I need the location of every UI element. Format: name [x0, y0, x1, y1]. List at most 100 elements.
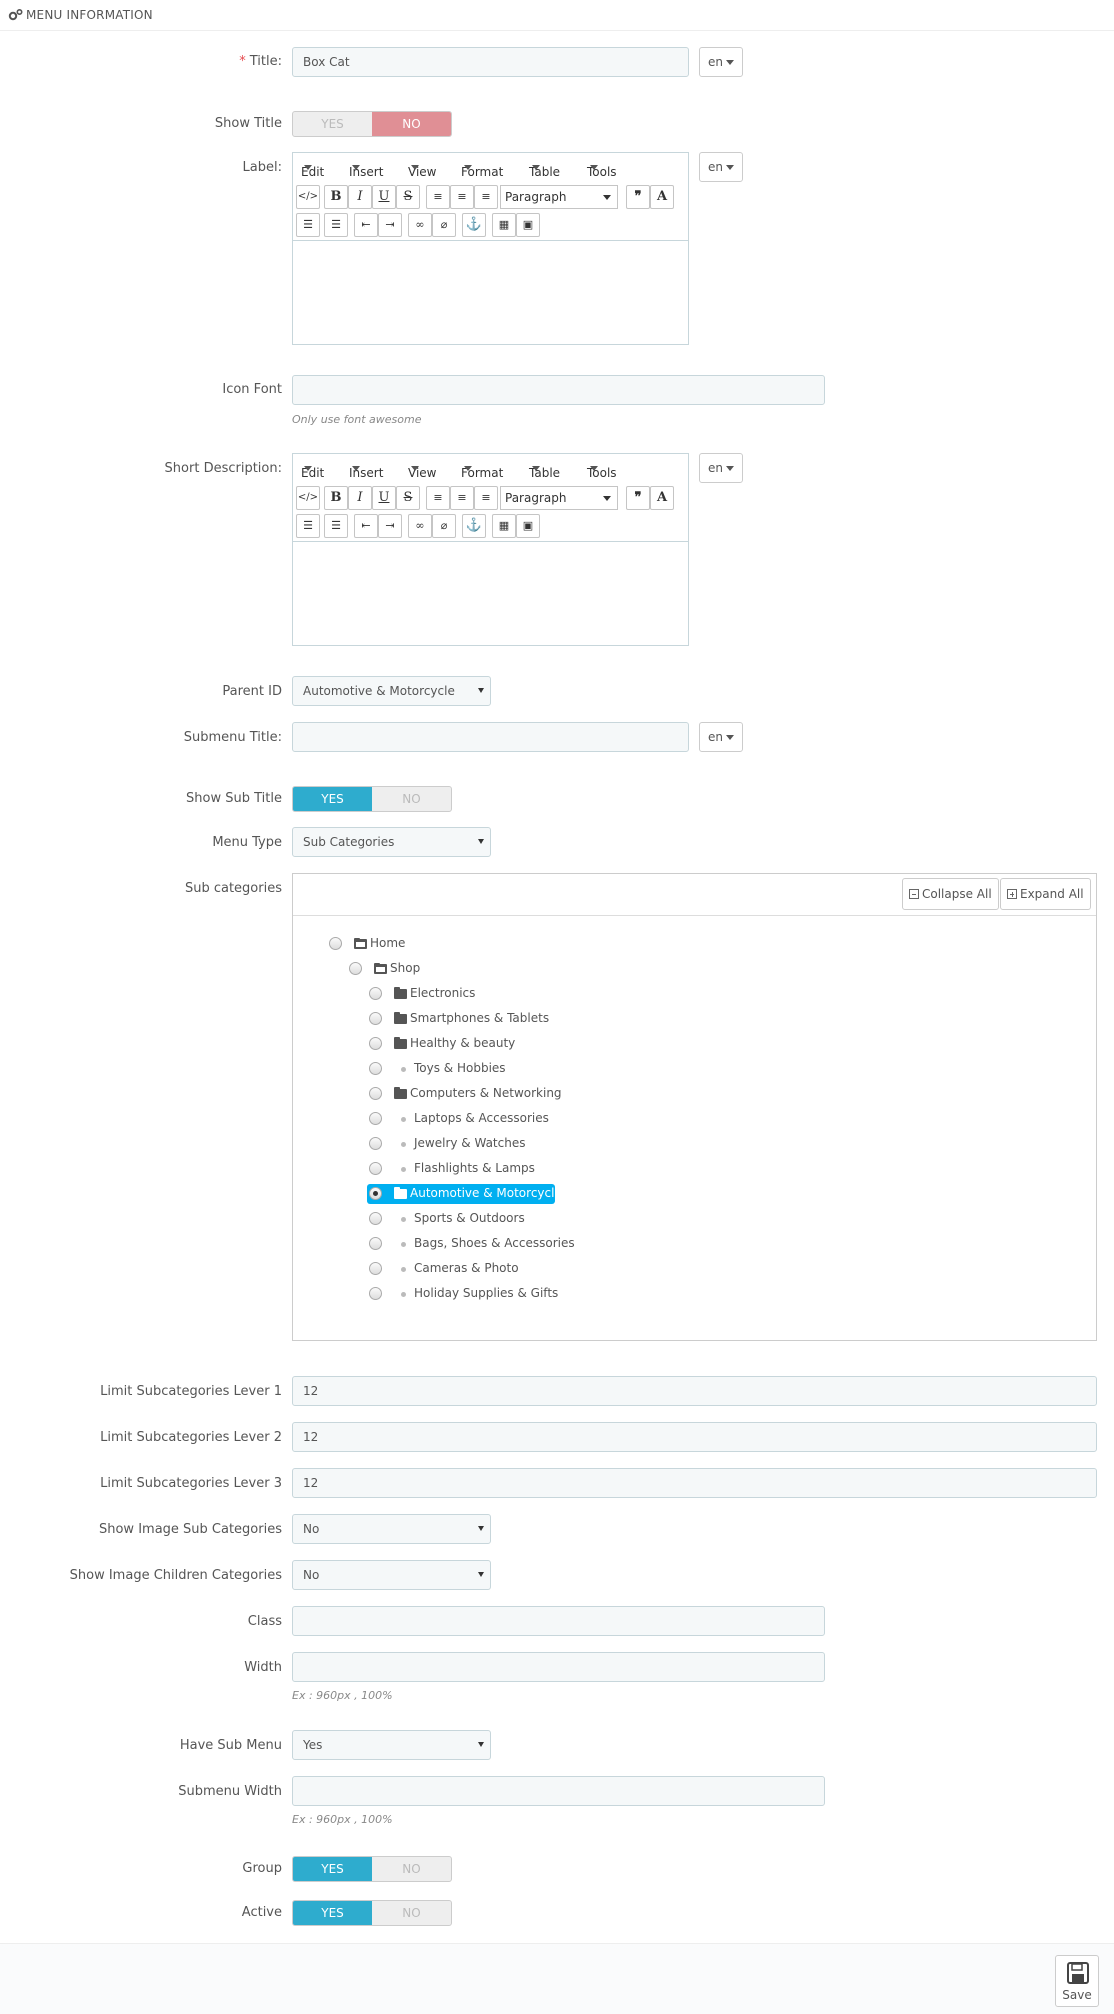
group-switch[interactable]: YES NO — [292, 1856, 452, 1882]
text-color-icon[interactable]: A — [650, 185, 674, 209]
tree-node[interactable]: Electronics — [369, 984, 769, 1004]
source-code-icon[interactable]: </> — [296, 185, 320, 209]
parent-id-select[interactable]: Automotive & Motorcycle — [292, 676, 491, 706]
show-title-no[interactable]: NO — [372, 112, 451, 136]
tree-node[interactable]: Home — [329, 934, 729, 954]
image-icon[interactable]: ▣ — [516, 514, 540, 538]
radio-button[interactable] — [369, 1012, 382, 1025]
tree-node[interactable]: Flashlights & Lamps — [369, 1159, 769, 1179]
tree-node[interactable]: Laptops & Accessories — [369, 1109, 769, 1129]
tree-node[interactable]: Cameras & Photo — [369, 1259, 769, 1279]
image-icon[interactable]: ▣ — [516, 213, 540, 237]
source-code-icon[interactable]: </> — [296, 486, 320, 510]
radio-button[interactable] — [369, 1287, 382, 1300]
submenu-width-input[interactable] — [292, 1776, 825, 1806]
italic-icon[interactable]: I — [348, 486, 372, 510]
indent-icon[interactable]: ⇥ — [378, 213, 402, 237]
icon-font-input[interactable] — [292, 375, 825, 405]
tree-node[interactable]: Automotive & Motorcycle — [367, 1184, 769, 1204]
submenu-title-input[interactable] — [292, 722, 689, 752]
tree-node[interactable]: Smartphones & Tablets — [369, 1009, 769, 1029]
align-right-icon[interactable]: ≡ — [474, 486, 498, 510]
show-sub-title-no[interactable]: NO — [372, 787, 451, 811]
text-color-icon[interactable]: A — [650, 486, 674, 510]
show-title-switch[interactable]: YES NO — [292, 111, 452, 137]
tree-node[interactable]: Bags, Shoes & Accessories — [369, 1234, 769, 1254]
limit-lever-1-input[interactable]: 12 — [292, 1376, 1097, 1406]
outdent-icon[interactable]: ⇤ — [354, 213, 378, 237]
blockquote-icon[interactable]: ❞ — [626, 185, 650, 209]
media-icon[interactable]: ▦ — [492, 514, 516, 538]
expand-all-button[interactable]: Expand All — [1000, 878, 1091, 910]
limit-lever-2-input[interactable]: 12 — [292, 1422, 1097, 1452]
show-sub-title-yes[interactable]: YES — [293, 787, 372, 811]
radio-button[interactable] — [349, 962, 362, 975]
radio-button[interactable] — [369, 1262, 382, 1275]
align-right-icon[interactable]: ≡ — [474, 185, 498, 209]
unlink-icon[interactable]: ⌀ — [432, 514, 456, 538]
radio-button[interactable] — [369, 1212, 382, 1225]
label-editor[interactable]: Edit Insert View Format Table Tools </> … — [292, 152, 689, 345]
indent-icon[interactable]: ⇥ — [378, 514, 402, 538]
collapse-all-button[interactable]: Collapse All — [902, 878, 999, 910]
submenu-title-lang-dropdown[interactable]: en — [699, 722, 743, 752]
tree-node[interactable]: Jewelry & Watches — [369, 1134, 769, 1154]
show-title-yes[interactable]: YES — [293, 112, 372, 136]
anchor-icon[interactable]: ⚓ — [462, 213, 486, 237]
blockquote-icon[interactable]: ❞ — [626, 486, 650, 510]
show-image-children-select[interactable]: No — [292, 1560, 491, 1590]
active-switch[interactable]: YES NO — [292, 1900, 452, 1926]
strikethrough-icon[interactable]: S — [396, 185, 420, 209]
radio-button[interactable] — [369, 1237, 382, 1250]
bold-icon[interactable]: B — [324, 185, 348, 209]
title-lang-dropdown[interactable]: en — [699, 47, 743, 77]
radio-button[interactable] — [369, 1037, 382, 1050]
numbered-list-icon[interactable]: ☰ — [324, 213, 348, 237]
menu-type-select[interactable]: Sub Categories — [292, 827, 491, 857]
strikethrough-icon[interactable]: S — [396, 486, 420, 510]
title-input[interactable]: Box Cat — [292, 47, 689, 77]
save-button[interactable]: Save — [1055, 1955, 1099, 2007]
limit-lever-3-input[interactable]: 12 — [292, 1468, 1097, 1498]
format-select[interactable]: Paragraph — [500, 185, 618, 209]
unlink-icon[interactable]: ⌀ — [432, 213, 456, 237]
numbered-list-icon[interactable]: ☰ — [324, 514, 348, 538]
have-sub-menu-select[interactable]: Yes — [292, 1730, 491, 1760]
format-select[interactable]: Paragraph — [500, 486, 618, 510]
bullet-list-icon[interactable]: ☰ — [296, 213, 320, 237]
outdent-icon[interactable]: ⇤ — [354, 514, 378, 538]
group-yes[interactable]: YES — [293, 1857, 372, 1881]
tree-node[interactable]: Holiday Supplies & Gifts — [369, 1284, 769, 1304]
radio-button[interactable] — [369, 1137, 382, 1150]
bullet-list-icon[interactable]: ☰ — [296, 514, 320, 538]
label-lang-dropdown[interactable]: en — [699, 152, 743, 182]
class-input[interactable] — [292, 1606, 825, 1636]
align-left-icon[interactable]: ≡ — [426, 486, 450, 510]
media-icon[interactable]: ▦ — [492, 213, 516, 237]
tree-node[interactable]: Computers & Networking — [369, 1084, 769, 1104]
link-icon[interactable]: ∞ — [408, 514, 432, 538]
radio-button[interactable] — [329, 937, 342, 950]
italic-icon[interactable]: I — [348, 185, 372, 209]
radio-button[interactable] — [369, 1062, 382, 1075]
short-description-editor[interactable]: Edit Insert View Format Table Tools </> … — [292, 453, 689, 646]
underline-icon[interactable]: U — [372, 486, 396, 510]
link-icon[interactable]: ∞ — [408, 213, 432, 237]
align-center-icon[interactable]: ≡ — [450, 486, 474, 510]
align-left-icon[interactable]: ≡ — [426, 185, 450, 209]
radio-button[interactable] — [369, 987, 382, 1000]
short-description-lang-dropdown[interactable]: en — [699, 453, 743, 483]
radio-button[interactable] — [369, 1112, 382, 1125]
show-image-sub-select[interactable]: No — [292, 1514, 491, 1544]
radio-button[interactable] — [369, 1187, 382, 1200]
label-editor-content[interactable] — [293, 240, 688, 344]
radio-button[interactable] — [369, 1087, 382, 1100]
show-sub-title-switch[interactable]: YES NO — [292, 786, 452, 812]
tree-node[interactable]: Sports & Outdoors — [369, 1209, 769, 1229]
anchor-icon[interactable]: ⚓ — [462, 514, 486, 538]
width-input[interactable] — [292, 1652, 825, 1682]
align-center-icon[interactable]: ≡ — [450, 185, 474, 209]
tree-node[interactable]: Shop — [349, 959, 749, 979]
tree-node[interactable]: Healthy & beauty — [369, 1034, 769, 1054]
bold-icon[interactable]: B — [324, 486, 348, 510]
